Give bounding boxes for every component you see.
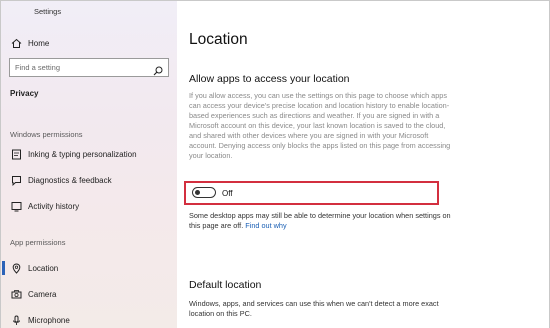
sidebar-item-microphone[interactable]: Microphone [1, 310, 177, 328]
sidebar-item-inking[interactable]: Inking & typing personalization [1, 144, 177, 164]
page-title: Location [189, 31, 248, 48]
sidebar-item-activity-history[interactable]: Activity history [1, 196, 177, 216]
main-content: Location Allow apps to access your locat… [177, 1, 549, 328]
allow-apps-heading: Allow apps to access your location [189, 73, 350, 85]
inking-icon [10, 148, 22, 160]
desktop-apps-note-text: Some desktop apps may still be able to d… [189, 211, 451, 230]
sidebar-item-home[interactable]: Home [1, 33, 177, 53]
home-icon [10, 37, 22, 49]
sidebar-item-label: Home [28, 38, 50, 48]
default-location-description: Windows, apps, and services can use this… [189, 299, 439, 318]
diagnostics-icon [10, 174, 22, 186]
sidebar-item-location[interactable]: Location [1, 258, 177, 278]
camera-icon [10, 288, 22, 300]
search-field[interactable] [9, 58, 169, 77]
activity-history-icon [10, 200, 22, 212]
search-icon[interactable] [153, 63, 163, 76]
allow-apps-description: If you allow access, you can use the set… [189, 91, 451, 160]
sidebar-item-label: Location [28, 263, 59, 273]
sidebar-item-label: Diagnostics & feedback [28, 175, 112, 185]
sidebar-item-label: Activity history [28, 201, 80, 211]
sidebar-item-label: Microphone [28, 315, 70, 325]
find-out-why-link[interactable]: Find out why [245, 221, 286, 230]
section-header-windows-permissions: Windows permissions [10, 130, 83, 139]
microphone-icon [10, 314, 22, 326]
sidebar-item-diagnostics[interactable]: Diagnostics & feedback [1, 170, 177, 190]
sidebar-item-label: Camera [28, 289, 57, 299]
location-icon [10, 262, 22, 274]
sidebar-item-camera[interactable]: Camera [1, 284, 177, 304]
category-label: Privacy [10, 89, 39, 98]
location-toggle-highlight: Off [184, 181, 439, 205]
location-access-toggle[interactable] [192, 187, 216, 198]
toggle-knob [195, 189, 200, 195]
search-input[interactable] [10, 63, 150, 72]
sidebar: Settings Home Privacy Windows permission… [1, 1, 177, 328]
toggle-state-label: Off [222, 189, 233, 198]
section-header-app-permissions: App permissions [10, 238, 66, 247]
desktop-apps-note: Some desktop apps may still be able to d… [189, 211, 451, 231]
sidebar-item-label: Inking & typing personalization [28, 149, 137, 159]
default-location-heading: Default location [189, 279, 262, 291]
window-title: Settings [34, 7, 62, 16]
